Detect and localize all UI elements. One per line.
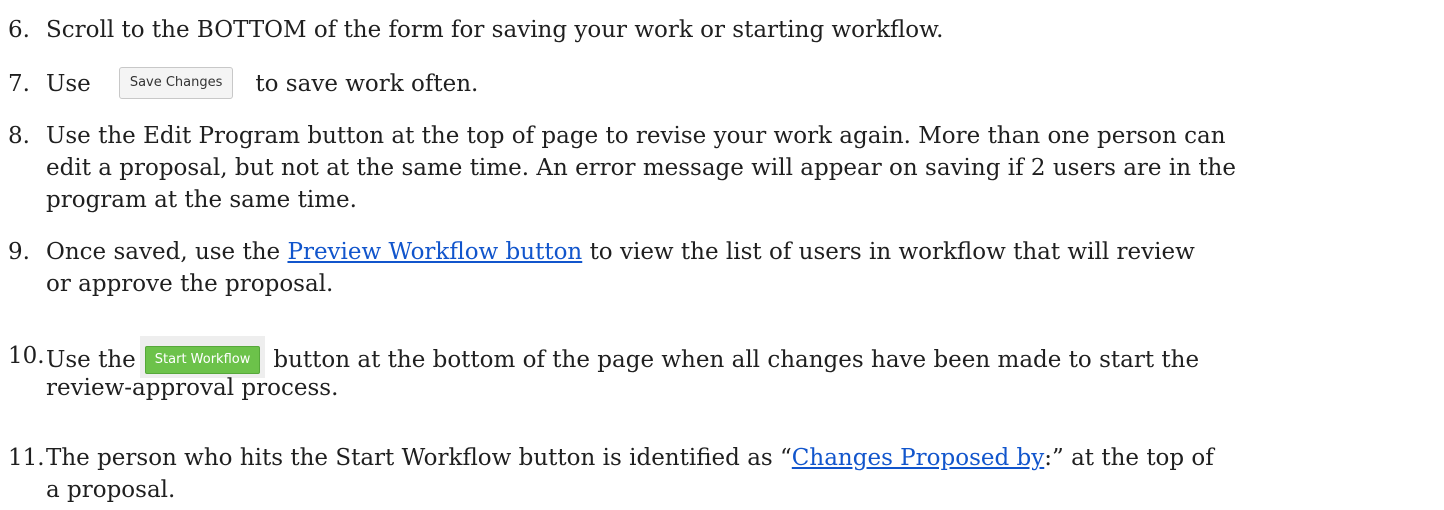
item-text-line: Use the Edit Program button at the top o… bbox=[46, 123, 1226, 149]
item-text-after: to view the list of users in workflow th… bbox=[589, 239, 1195, 265]
preview-workflow-link[interactable]: Preview Workflow button bbox=[287, 239, 582, 265]
item-text-after: to save work often. bbox=[255, 71, 479, 97]
item-text-line: Once saved, use the Preview Workflow but… bbox=[46, 236, 1195, 268]
item-text-before: The person who hits the Start Workflow b… bbox=[46, 445, 792, 471]
item-number: 6. bbox=[8, 17, 30, 43]
changes-proposed-by-link[interactable]: Changes Proposed by bbox=[792, 445, 1044, 471]
item-text-line: review-approval process. bbox=[46, 375, 339, 401]
item-text-after: button at the bottom of the page when al… bbox=[273, 347, 1200, 373]
item-text-line: or approve the proposal. bbox=[46, 271, 334, 297]
item-text-line: program at the same time. bbox=[46, 187, 357, 213]
item-number: 7. bbox=[8, 71, 30, 97]
item-text-line: edit a proposal, but not at the same tim… bbox=[46, 155, 1236, 181]
item-text-after: :” at the top of bbox=[1044, 445, 1214, 471]
item-text: Scroll to the BOTTOM of the form for sav… bbox=[46, 17, 944, 43]
save-changes-button[interactable]: Save Changes bbox=[118, 67, 234, 99]
item-number: 8. bbox=[8, 123, 30, 149]
start-workflow-button[interactable]: Start Workflow bbox=[144, 346, 261, 374]
item-text-line: The person who hits the Start Workflow b… bbox=[46, 442, 1214, 474]
item-number: 9. bbox=[8, 239, 30, 265]
item-text: Use Save Changes to save work often. bbox=[46, 67, 479, 101]
item-text-line: a proposal. bbox=[46, 477, 176, 503]
item-number: 11. bbox=[8, 445, 45, 471]
item-text-before: Use the bbox=[46, 347, 136, 373]
item-text-before: Once saved, use the bbox=[46, 239, 281, 265]
item-number: 10. bbox=[8, 343, 45, 369]
item-text-before: Use bbox=[46, 71, 91, 97]
